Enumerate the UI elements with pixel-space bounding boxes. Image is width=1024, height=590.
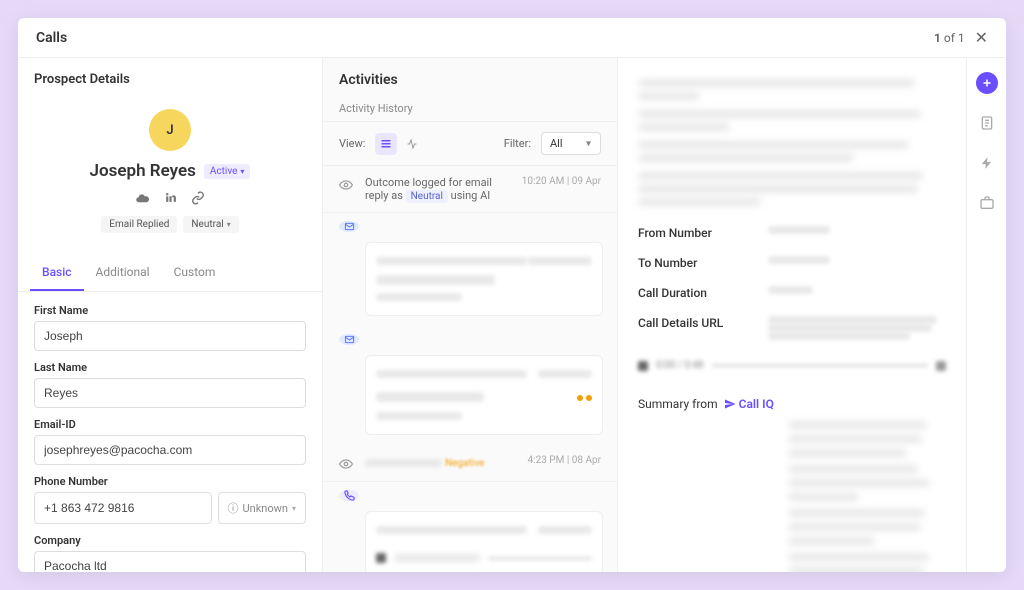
rail-briefcase-icon[interactable]: [976, 192, 998, 214]
activity-timestamp: 4:23 PM | 08 Apr: [528, 455, 601, 466]
activity-card-call[interactable]: [365, 511, 603, 572]
linkedin-icon[interactable]: [164, 191, 177, 206]
phone-label: Phone Number: [34, 475, 306, 488]
view-label: View:: [339, 137, 365, 150]
activity-card[interactable]: [365, 355, 603, 435]
eye-icon: [339, 457, 357, 471]
email-icon: [339, 334, 359, 345]
call-transcript: [638, 79, 946, 206]
activity-timestamp: 10:20 AM | 09 Apr: [522, 176, 601, 187]
activity-history-label: Activity History: [323, 92, 617, 122]
tab-additional[interactable]: Additional: [84, 255, 162, 291]
company-label: Company: [34, 534, 306, 547]
summary-content: [788, 421, 946, 572]
sentiment-badge[interactable]: Neutral: [183, 216, 238, 233]
avatar: J: [149, 109, 191, 151]
prospect-name: Joseph Reyes: [90, 161, 196, 181]
tab-basic[interactable]: Basic: [30, 255, 84, 291]
page-title: Calls: [36, 30, 67, 46]
status-dropdown[interactable]: Active: [204, 164, 251, 179]
phone-icon: [339, 490, 359, 501]
from-number-value: [768, 226, 946, 240]
first-name-label: First Name: [34, 304, 306, 317]
phone-input[interactable]: [34, 492, 212, 524]
email-input[interactable]: [34, 435, 306, 465]
activity-row: Negative: [365, 455, 520, 471]
email-label: Email-ID: [34, 418, 306, 431]
eye-icon: [339, 178, 357, 192]
audio-player[interactable]: 0:00 / 0:48: [638, 354, 946, 377]
phone-status-dropdown[interactable]: ⓘ Unknown ▾: [218, 492, 307, 524]
activity-card[interactable]: [365, 242, 603, 316]
view-activity-button[interactable]: [401, 133, 423, 155]
call-duration-value: [768, 286, 946, 300]
prospect-details-title: Prospect Details: [18, 58, 322, 93]
info-icon: ⓘ: [228, 500, 239, 516]
company-input[interactable]: [34, 551, 306, 572]
last-name-input[interactable]: [34, 378, 306, 408]
from-number-label: From Number: [638, 226, 768, 240]
activities-title: Activities: [323, 58, 617, 92]
last-name-label: Last Name: [34, 361, 306, 374]
pagination: 1 of 1: [934, 31, 965, 45]
cloud-icon[interactable]: [135, 191, 150, 206]
activity-outcome-text: Outcome logged for email reply as Neutra…: [365, 176, 514, 202]
email-icon: [339, 221, 359, 232]
link-icon[interactable]: [191, 191, 205, 206]
calliq-badge: Call IQ: [724, 397, 774, 411]
call-url-value[interactable]: [768, 316, 946, 340]
rail-notes-icon[interactable]: [976, 112, 998, 134]
email-replied-badge: Email Replied: [101, 216, 177, 233]
close-icon[interactable]: ✕: [975, 28, 988, 47]
tab-custom[interactable]: Custom: [162, 255, 228, 291]
first-name-input[interactable]: [34, 321, 306, 351]
filter-dropdown[interactable]: All: [541, 132, 601, 155]
call-url-label: Call Details URL: [638, 316, 768, 340]
rail-add-icon[interactable]: [976, 72, 998, 94]
to-number-label: To Number: [638, 256, 768, 270]
rail-bolt-icon[interactable]: [976, 152, 998, 174]
filter-label: Filter:: [504, 137, 531, 150]
summary-from-label: Summary from: [638, 397, 718, 411]
view-timeline-button[interactable]: [375, 133, 397, 155]
to-number-value: [768, 256, 946, 270]
call-duration-label: Call Duration: [638, 286, 768, 300]
